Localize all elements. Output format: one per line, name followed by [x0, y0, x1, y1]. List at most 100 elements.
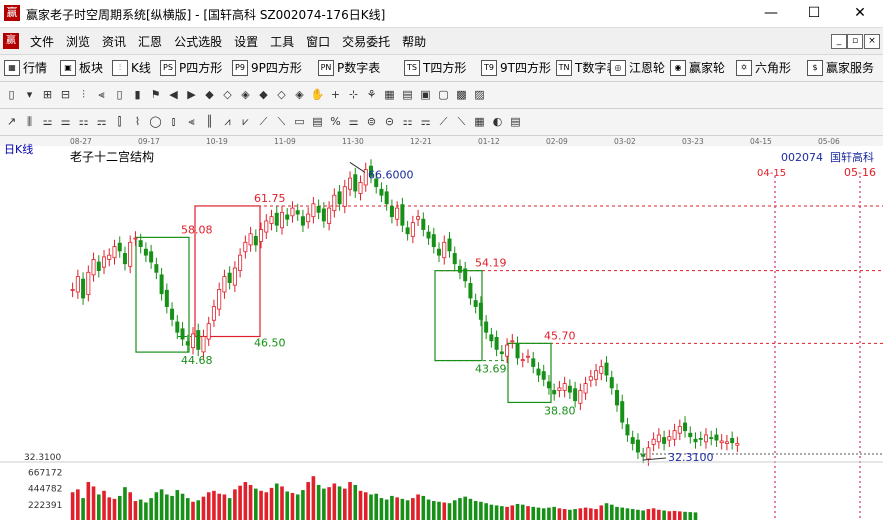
- tools2-tool-icon-11[interactable]: ◆: [202, 87, 217, 102]
- tools2-tool-icon-2[interactable]: ⊞: [40, 87, 55, 102]
- tools2-tool-icon-0[interactable]: ▯: [4, 87, 19, 102]
- tools3-tool-icon-6[interactable]: ⫿: [112, 114, 127, 129]
- tools3-tool-icon-1[interactable]: ⫼: [22, 114, 37, 129]
- candle-body: [384, 191, 389, 205]
- toolbar-button-1[interactable]: ▣ 板块: [60, 59, 103, 76]
- tools3-tool-icon-22[interactable]: ⚏: [400, 114, 415, 129]
- tools2-tool-icon-14[interactable]: ◆: [256, 87, 271, 102]
- candle-body: [557, 387, 562, 391]
- toolbar-button-0[interactable]: ▦ 行情: [4, 59, 47, 76]
- menu-item-2[interactable]: 资讯: [96, 33, 132, 50]
- tools3-tool-icon-23[interactable]: ⚎: [418, 114, 433, 129]
- tools3-tool-icon-4[interactable]: ⚏: [76, 114, 91, 129]
- toolbar-button-5[interactable]: PN P数字表: [318, 59, 380, 76]
- volume-bar: [76, 489, 80, 520]
- kline-chart-area[interactable]: 08-27 09-17 10-19 11-09 11-30 12-21 01-12 02-09…: [0, 136, 883, 520]
- toolbar-button-9[interactable]: ◎ 江恩轮: [610, 59, 665, 76]
- tools3-tool-icon-28[interactable]: ▤: [508, 114, 523, 129]
- tools2-tool-icon-22[interactable]: ▤: [400, 87, 415, 102]
- tools2-tool-icon-26[interactable]: ▨: [472, 87, 487, 102]
- tools2-tool-icon-23[interactable]: ▣: [418, 87, 433, 102]
- tools3-tool-icon-27[interactable]: ◐: [490, 114, 505, 129]
- tools2-tool-icon-3[interactable]: ⊟: [58, 87, 73, 102]
- toolbar-button-3[interactable]: PS P四方形: [160, 59, 222, 76]
- tools3-tool-icon-26[interactable]: ▦: [472, 114, 487, 129]
- tools3-tool-icon-7[interactable]: ⌇: [130, 114, 145, 129]
- menu-item-0[interactable]: 文件: [24, 33, 60, 50]
- toolbar-button-6[interactable]: TS T四方形: [404, 59, 466, 76]
- tools3-tool-icon-14[interactable]: ⟋: [256, 114, 271, 129]
- tools2-tool-icon-19[interactable]: ⊹: [346, 87, 361, 102]
- toolbar-button-11[interactable]: ✡ 六角形: [736, 59, 791, 76]
- menu-item-1[interactable]: 浏览: [60, 33, 96, 50]
- tools2-tool-icon-4[interactable]: ⫶: [76, 87, 91, 102]
- tools3-tool-icon-2[interactable]: ⚍: [40, 114, 55, 129]
- tools3-tool-icon-21[interactable]: ⊝: [382, 114, 397, 129]
- toolbar-button-2[interactable]: ⫶ K线: [112, 59, 151, 76]
- tools3-tool-icon-16[interactable]: ▭: [292, 114, 307, 129]
- tools3-tool-icon-20[interactable]: ⊜: [364, 114, 379, 129]
- toolbar-button-7[interactable]: T9 9T四方形: [481, 59, 551, 76]
- volume-bar: [159, 489, 164, 520]
- tools2-tool-icon-1[interactable]: ▾: [22, 87, 37, 102]
- tools3-tool-icon-25[interactable]: ⟍: [454, 114, 469, 129]
- tools2-tool-icon-25[interactable]: ▩: [454, 87, 469, 102]
- volume-bar: [149, 498, 153, 520]
- tools2-tool-icon-8[interactable]: ⚑: [148, 87, 163, 102]
- tools3-tool-icon-10[interactable]: ⫷: [184, 114, 199, 129]
- tools2-tool-icon-6[interactable]: ▯: [112, 87, 127, 102]
- close-button[interactable]: ✕: [845, 3, 875, 23]
- candle-body: [620, 401, 625, 423]
- mdi-restore-icon[interactable]: ▫: [847, 34, 863, 49]
- candle-body: [170, 308, 175, 320]
- tools2-tool-icon-13[interactable]: ◈: [238, 87, 253, 102]
- tools3-tool-icon-24[interactable]: ⟋: [436, 114, 451, 129]
- mdi-minimize-icon[interactable]: _: [831, 34, 847, 49]
- tools3-tool-icon-12[interactable]: ⩘: [220, 114, 235, 129]
- menu-logo-icon: 赢: [3, 33, 19, 49]
- candle-body: [714, 434, 719, 441]
- tools3-tool-icon-8[interactable]: ◯: [148, 114, 163, 129]
- menu-item-9[interactable]: 帮助: [396, 33, 432, 50]
- tools2-tool-icon-12[interactable]: ◇: [220, 87, 235, 102]
- tools3-tool-icon-11[interactable]: ║: [202, 114, 217, 129]
- menu-item-4[interactable]: 公式选股: [168, 33, 228, 50]
- toolbar-button-8[interactable]: TN T数字表: [556, 59, 618, 76]
- tools3-tool-icon-18[interactable]: %: [328, 114, 343, 129]
- tools2-tool-icon-5[interactable]: ⫷: [94, 87, 109, 102]
- tools3-tool-icon-17[interactable]: ▤: [310, 114, 325, 129]
- menu-item-7[interactable]: 窗口: [300, 33, 336, 50]
- date-tick-label: 01-12: [478, 137, 500, 146]
- tools2-tool-icon-24[interactable]: ▢: [436, 87, 451, 102]
- indicator-label: 老子十二宫结构: [70, 149, 154, 164]
- tools2-tool-icon-18[interactable]: +: [328, 87, 343, 102]
- tools3-tool-icon-5[interactable]: ⚎: [94, 114, 109, 129]
- tools3-tool-icon-19[interactable]: ⚌: [346, 114, 361, 129]
- candle-body: [96, 261, 101, 271]
- mdi-close-icon[interactable]: ×: [864, 34, 880, 49]
- tools2-tool-icon-17[interactable]: ✋: [310, 87, 325, 102]
- tools3-tool-icon-0[interactable]: ↗: [4, 114, 19, 129]
- tools3-tool-icon-3[interactable]: ⚌: [58, 114, 73, 129]
- toolbar-button-4[interactable]: P9 9P四方形: [232, 59, 302, 76]
- tools2-tool-icon-16[interactable]: ◈: [292, 87, 307, 102]
- tools2-tool-icon-21[interactable]: ▦: [382, 87, 397, 102]
- menu-item-5[interactable]: 设置: [228, 33, 264, 50]
- toolbar-button-10[interactable]: ◉ 赢家轮: [670, 59, 725, 76]
- tools3-tool-icon-13[interactable]: ⩗: [238, 114, 253, 129]
- tools2-tool-icon-15[interactable]: ◇: [274, 87, 289, 102]
- tools3-tool-icon-9[interactable]: ⫾: [166, 114, 181, 129]
- tools3-tool-icon-15[interactable]: ⟍: [274, 114, 289, 129]
- menu-item-6[interactable]: 工具: [264, 33, 300, 50]
- tools2-tool-icon-9[interactable]: ◀: [166, 87, 181, 102]
- menu-item-3[interactable]: 汇恩: [132, 33, 168, 50]
- maximize-button[interactable]: ☐: [799, 3, 829, 23]
- toolbar-button-12[interactable]: $ 赢家服务: [807, 59, 874, 76]
- menu-item-8[interactable]: 交易委托: [336, 33, 396, 50]
- tools2-tool-icon-10[interactable]: ▶: [184, 87, 199, 102]
- tools2-tool-icon-7[interactable]: ▮: [130, 87, 145, 102]
- kline-chart[interactable]: 08-27 09-17 10-19 11-09 11-30 12-21 01-12 02-09…: [0, 136, 883, 520]
- candle-body: [625, 424, 630, 436]
- minimize-button[interactable]: —: [756, 3, 786, 23]
- tools2-tool-icon-20[interactable]: ⚘: [364, 87, 379, 102]
